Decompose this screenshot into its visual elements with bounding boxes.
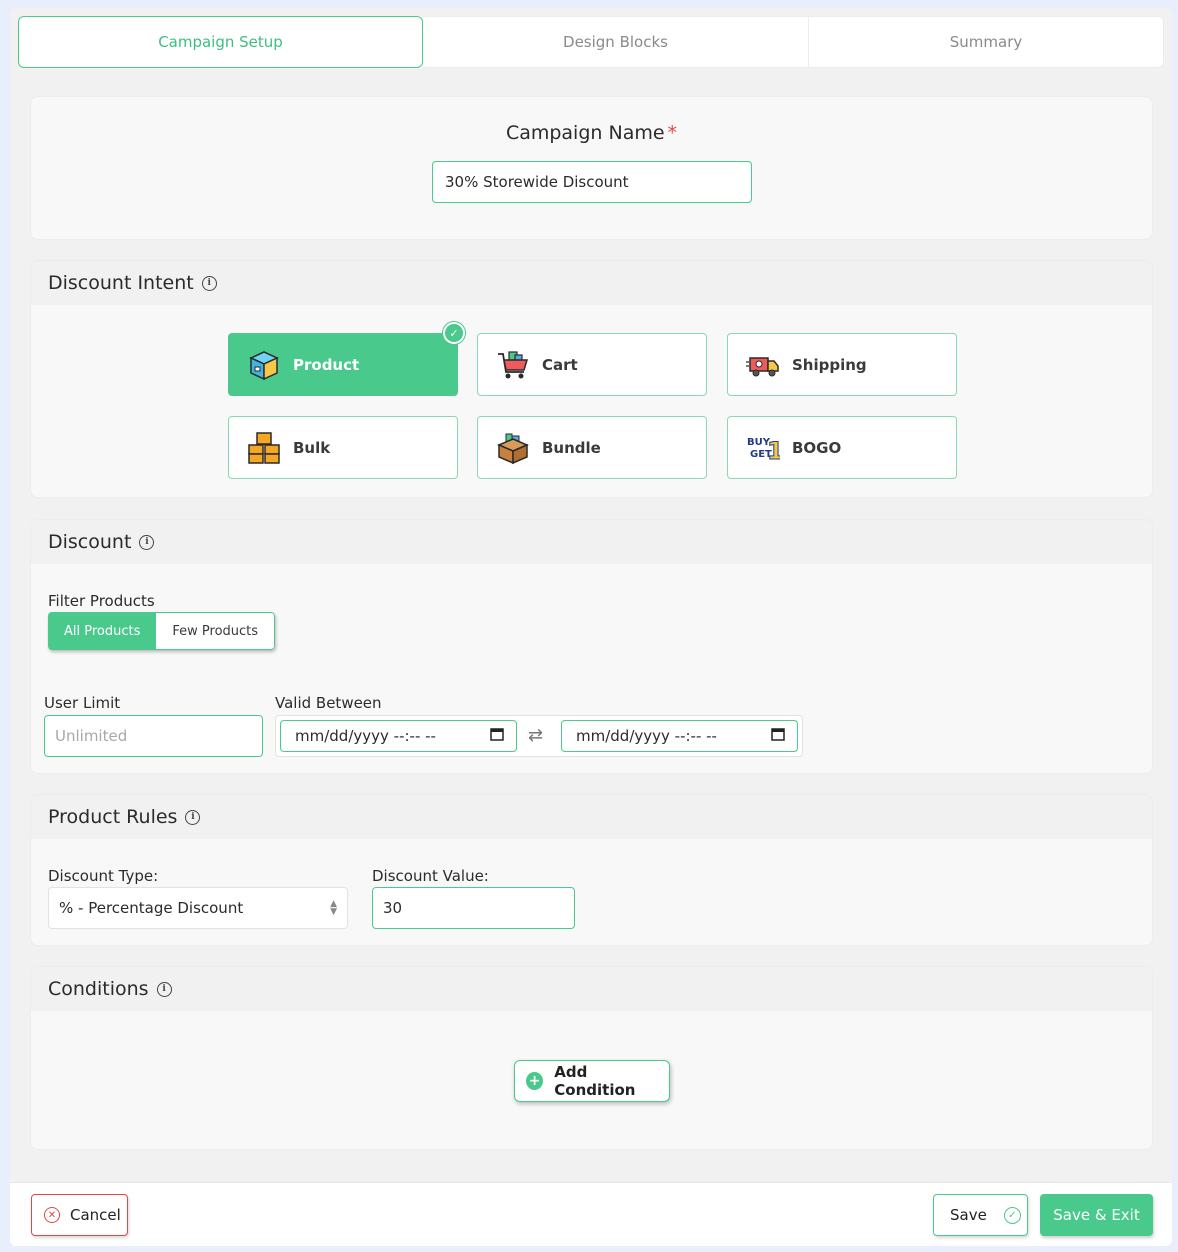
add-condition-button[interactable]: + Add Condition xyxy=(514,1060,670,1102)
check-circle-icon: ✓ xyxy=(1003,1206,1021,1224)
discount-intent-title: Discount Intent xyxy=(48,272,194,294)
save-button[interactable]: Save ✓ xyxy=(933,1194,1028,1236)
info-icon[interactable]: i xyxy=(156,981,172,997)
close-circle-icon: ✕ xyxy=(44,1207,60,1223)
campaign-editor: Campaign Setup Design Blocks Summary Cam… xyxy=(10,8,1172,1246)
intent-option-label: BOGO xyxy=(792,438,842,457)
end-date-input[interactable]: mm/dd/yyyy --:-- -- xyxy=(561,720,798,752)
conditions-title: Conditions xyxy=(48,978,149,1000)
shopping-cart-icon xyxy=(496,348,530,382)
step-tabs: Campaign Setup Design Blocks Summary xyxy=(18,16,1164,68)
package-box-icon xyxy=(247,348,281,382)
discount-type-label: Discount Type: xyxy=(48,867,159,885)
discount-title: Discount xyxy=(48,531,132,553)
bundle-box-icon xyxy=(496,431,530,465)
campaign-name-input[interactable] xyxy=(432,161,752,203)
discount-value-label: Discount Value: xyxy=(372,867,489,885)
tab-summary[interactable]: Summary xyxy=(809,16,1164,68)
intent-option-bogo[interactable]: BUYGET1 BOGO xyxy=(727,416,957,479)
intent-option-cart[interactable]: Cart xyxy=(477,333,707,396)
tab-design-blocks[interactable]: Design Blocks xyxy=(423,16,809,68)
start-date-input[interactable]: mm/dd/yyyy --:-- -- xyxy=(280,720,517,752)
stacked-boxes-icon xyxy=(247,431,281,465)
calendar-icon[interactable] xyxy=(771,727,785,745)
campaign-name-label: Campaign Name * xyxy=(31,122,1152,144)
discount-header: Discount i xyxy=(31,520,1152,564)
save-and-exit-button[interactable]: Save & Exit xyxy=(1040,1194,1153,1236)
intent-option-label: Cart xyxy=(542,355,578,374)
product-rules-title: Product Rules xyxy=(48,806,178,828)
selected-check-icon: ✓ xyxy=(443,322,465,344)
cancel-button[interactable]: ✕ Cancel xyxy=(31,1194,128,1236)
discount-type-select[interactable]: % - Percentage Discount ▲ ▼ xyxy=(48,887,348,929)
updown-chevron-icon: ▲ ▼ xyxy=(330,899,337,917)
discount-value-input[interactable]: 30 xyxy=(372,887,575,929)
intent-option-shipping[interactable]: Shipping xyxy=(727,333,957,396)
intent-option-label: Shipping xyxy=(792,355,867,374)
intent-option-label: Product xyxy=(293,355,360,374)
tab-campaign-setup[interactable]: Campaign Setup xyxy=(18,16,423,68)
calendar-icon[interactable] xyxy=(490,727,504,745)
product-rules-card: Product Rules i Discount Type: % - Perce… xyxy=(30,794,1153,946)
bogo-icon-one: 1 xyxy=(767,437,780,465)
intent-option-bundle[interactable]: Bundle xyxy=(477,416,707,479)
footer-bar: ✕ Cancel Save ✓ Save & Exit xyxy=(10,1182,1172,1246)
start-date-placeholder: mm/dd/yyyy --:-- -- xyxy=(295,727,436,745)
valid-between-range: mm/dd/yyyy --:-- -- ⇄ mm/dd/yyyy --:-- -… xyxy=(275,715,803,757)
delivery-truck-icon xyxy=(746,348,780,382)
info-icon[interactable]: i xyxy=(139,534,155,550)
user-limit-label: User Limit xyxy=(44,694,121,712)
filter-products-toggle: All Products Few Products xyxy=(48,612,276,650)
intent-option-product[interactable]: Product ✓ xyxy=(228,322,465,396)
valid-between-label: Valid Between xyxy=(275,694,382,712)
product-rules-header: Product Rules i xyxy=(31,795,1152,839)
swap-arrows-icon: ⇄ xyxy=(528,725,544,746)
discount-intent-card: Discount Intent i Product ✓ Cart Shippin… xyxy=(30,260,1153,498)
cancel-label: Cancel xyxy=(70,1206,121,1224)
campaign-name-card: Campaign Name * xyxy=(30,96,1153,240)
discount-card: Discount i Filter Products All Products … xyxy=(30,519,1153,774)
filter-products-label: Filter Products xyxy=(48,592,155,610)
end-date-placeholder: mm/dd/yyyy --:-- -- xyxy=(576,727,717,745)
conditions-header: Conditions i xyxy=(31,967,1152,1011)
required-mark: * xyxy=(667,122,678,144)
info-icon[interactable]: i xyxy=(201,275,217,291)
conditions-card: Conditions i + Add Condition xyxy=(30,966,1153,1150)
filter-all-products-button[interactable]: All Products xyxy=(48,612,157,650)
add-condition-label: Add Condition xyxy=(554,1063,636,1099)
discount-intent-header: Discount Intent i xyxy=(31,261,1152,305)
user-limit-input[interactable]: Unlimited xyxy=(44,715,263,757)
plus-circle-icon: + xyxy=(526,1072,544,1090)
filter-few-products-button[interactable]: Few Products xyxy=(156,612,276,650)
campaign-name-label-text: Campaign Name xyxy=(505,122,665,144)
intent-option-label: Bulk xyxy=(293,438,331,457)
intent-option-label: Bundle xyxy=(542,438,601,457)
discount-type-value: % - Percentage Discount xyxy=(59,899,244,917)
intent-option-bulk[interactable]: Bulk xyxy=(228,416,458,479)
buy-get-one-icon: BUYGET1 xyxy=(746,431,780,465)
save-label: Save xyxy=(950,1206,987,1224)
info-icon[interactable]: i xyxy=(185,809,201,825)
